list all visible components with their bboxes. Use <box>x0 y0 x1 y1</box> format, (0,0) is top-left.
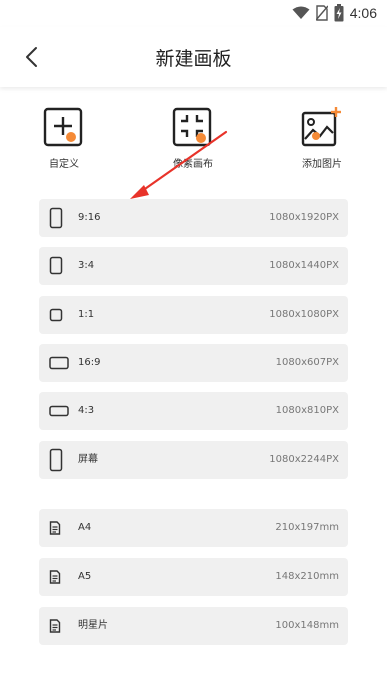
preset-label: A4 <box>78 522 92 533</box>
preset-size: 210x197mm <box>275 522 339 533</box>
status-bar: 4:06 <box>0 0 387 27</box>
app-header: 新建画板 <box>0 27 387 87</box>
preset-16-9[interactable]: 16:9 1080x607PX <box>39 344 348 382</box>
portrait-icon <box>49 256 63 275</box>
tool-add-image-label: 添加图片 <box>302 159 342 170</box>
preset-label: 明星片 <box>78 620 108 631</box>
phone-screen-icon <box>49 448 63 472</box>
preset-1-1[interactable]: 1:1 1080x1080PX <box>39 296 348 334</box>
preset-3-4[interactable]: 3:4 1080x1440PX <box>39 247 348 285</box>
preset-label: 3:4 <box>78 260 95 271</box>
battery-charging-icon <box>334 4 344 22</box>
image-plus-icon <box>301 107 341 147</box>
status-time: 4:06 <box>349 5 377 21</box>
preset-a5[interactable]: A5 148x210mm <box>39 558 348 596</box>
tool-custom-label: 自定义 <box>49 159 79 170</box>
canvas-tools: 自定义 像素画布 添加图片 <box>0 105 387 180</box>
portrait-tall-icon <box>49 207 63 229</box>
landscape-wide-icon <box>49 356 69 370</box>
preset-size: 148x210mm <box>275 571 339 582</box>
tool-custom[interactable]: 自定义 <box>24 105 104 170</box>
preset-label: 1:1 <box>78 309 95 320</box>
document-icon <box>49 619 61 633</box>
preset-label: A5 <box>78 571 92 582</box>
preset-label: 9:16 <box>78 212 101 223</box>
tool-pixel-canvas-label: 像素画布 <box>173 159 213 170</box>
preset-a4[interactable]: A4 210x197mm <box>39 509 348 547</box>
preset-size: 100x148mm <box>275 620 339 631</box>
frame-corners-icon <box>172 107 212 147</box>
tool-add-image[interactable]: 添加图片 <box>282 105 362 170</box>
preset-postcard[interactable]: 明星片 100x148mm <box>39 607 348 645</box>
preset-9-16[interactable]: 9:16 1080x1920PX <box>39 199 348 237</box>
preset-label: 16:9 <box>78 357 101 368</box>
plus-box-icon <box>43 107 83 147</box>
preset-size: 1080x607PX <box>275 357 339 368</box>
tool-pixel-canvas[interactable]: 像素画布 <box>153 105 233 170</box>
wifi-icon <box>292 6 310 19</box>
preset-size: 1080x1920PX <box>269 212 339 223</box>
preset-size: 1080x1440PX <box>269 260 339 271</box>
preset-label: 4:3 <box>78 405 95 416</box>
preset-size: 1080x810PX <box>275 405 339 416</box>
preset-size: 1080x2244PX <box>269 454 339 465</box>
preset-screen[interactable]: 屏幕 1080x2244PX <box>39 441 348 479</box>
document-icon <box>49 570 61 584</box>
preset-4-3[interactable]: 4:3 1080x810PX <box>39 392 348 430</box>
page-title: 新建画板 <box>155 48 232 70</box>
square-icon <box>49 308 63 322</box>
document-icon <box>49 521 61 535</box>
preset-label: 屏幕 <box>78 454 98 465</box>
landscape-icon <box>49 405 69 417</box>
no-sim-icon <box>315 5 328 21</box>
preset-size: 1080x1080PX <box>269 309 339 320</box>
